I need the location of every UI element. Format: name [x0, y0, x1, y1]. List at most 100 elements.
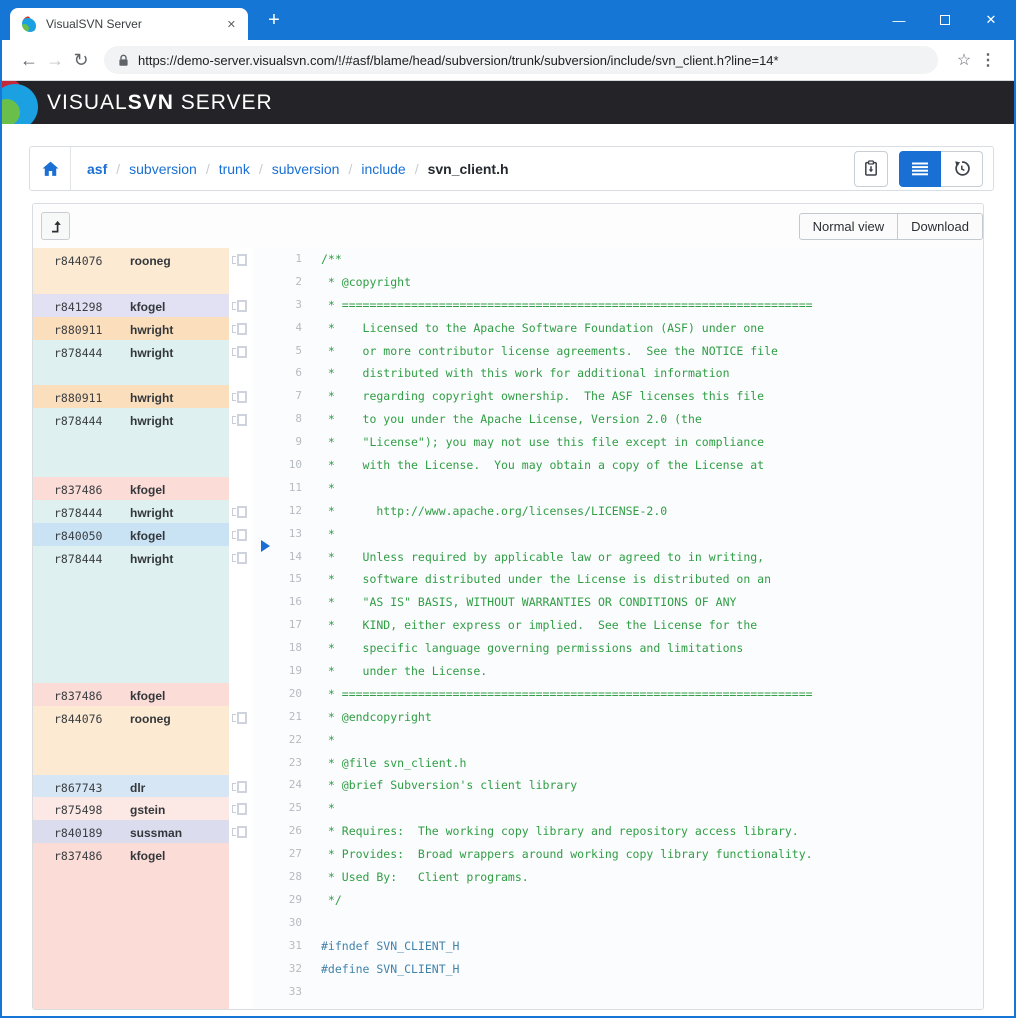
blame-revision: r844076: [54, 711, 103, 726]
line-number[interactable]: 27: [253, 843, 311, 866]
blame-block[interactable]: r841298 kfogel: [33, 293, 229, 317]
diff-compare-icon[interactable]: [232, 803, 247, 816]
blame-list-icon: [911, 162, 928, 175]
blame-block[interactable]: r878444 hwright: [33, 408, 229, 477]
back-icon[interactable]: ←: [16, 50, 42, 71]
line-number[interactable]: 22: [253, 729, 311, 752]
blame-block[interactable]: r880911 hwright: [33, 316, 229, 340]
normal-view-button[interactable]: Normal view: [798, 212, 899, 240]
line-number[interactable]: 17: [253, 614, 311, 637]
history-button[interactable]: [941, 150, 983, 187]
line-number[interactable]: 30: [253, 912, 311, 935]
diff-icon-cell: [229, 683, 253, 706]
diff-compare-icon[interactable]: [232, 711, 247, 724]
line-number[interactable]: 21: [253, 706, 311, 729]
home-button[interactable]: [30, 147, 71, 190]
line-number[interactable]: 5: [253, 340, 311, 363]
download-button[interactable]: Download: [898, 212, 983, 240]
breadcrumb-link-subversion[interactable]: subversion: [272, 161, 340, 177]
line-number[interactable]: 6: [253, 362, 311, 385]
diff-compare-icon[interactable]: [232, 254, 247, 266]
window-minimize-button[interactable]: —: [876, 0, 922, 40]
blame-block[interactable]: r844076 rooneg: [33, 248, 229, 294]
breadcrumb-link-subversion[interactable]: subversion: [129, 161, 197, 177]
line-number[interactable]: 11: [253, 477, 311, 500]
forward-icon[interactable]: →: [42, 50, 68, 71]
diff-compare-icon[interactable]: [232, 551, 247, 564]
blame-revision: r840050: [54, 528, 103, 543]
line-number[interactable]: 33: [253, 981, 311, 1004]
blame-block[interactable]: r844076 rooneg: [33, 705, 229, 775]
line-number[interactable]: 16: [253, 591, 311, 614]
line-number[interactable]: 20: [253, 683, 311, 706]
line-number[interactable]: 1: [253, 248, 311, 271]
tab-close-icon[interactable]: ✕: [223, 16, 240, 33]
diff-compare-icon[interactable]: [232, 826, 247, 839]
blame-author: hwright: [130, 551, 174, 566]
line-number[interactable]: 2: [253, 271, 311, 294]
blame-revision: r837486: [54, 689, 103, 704]
line-number[interactable]: 19: [253, 660, 311, 683]
diff-compare-icon[interactable]: [232, 780, 247, 793]
breadcrumb-link-include[interactable]: include: [361, 161, 405, 177]
go-to-parent-button[interactable]: [41, 212, 70, 240]
line-number[interactable]: 28: [253, 866, 311, 889]
bookmark-star-icon[interactable]: ☆: [952, 50, 976, 70]
browser-tab[interactable]: VisualSVN Server ✕: [10, 8, 248, 40]
breadcrumb: asf / subversion / trunk / subversion / include /…: [29, 146, 994, 191]
line-number[interactable]: 23: [253, 752, 311, 775]
diff-compare-icon[interactable]: [232, 345, 247, 358]
new-tab-button[interactable]: +: [260, 6, 288, 34]
line-number[interactable]: 8: [253, 408, 311, 431]
reload-icon[interactable]: ↻: [68, 50, 94, 71]
line-number[interactable]: 4: [253, 317, 311, 340]
blame-block[interactable]: r840189 sussman: [33, 820, 229, 844]
line-number[interactable]: 12: [253, 500, 311, 523]
line-number[interactable]: 24: [253, 774, 311, 797]
line-number[interactable]: 10: [253, 454, 311, 477]
line-number[interactable]: 29: [253, 889, 311, 912]
blame-revision: r878444: [54, 345, 103, 360]
breadcrumb-current-file: svn_client.h: [427, 160, 509, 177]
blame-block[interactable]: r878444 hwright: [33, 545, 229, 684]
diff-compare-icon[interactable]: [232, 299, 247, 312]
line-number[interactable]: 25: [253, 797, 311, 820]
line-number[interactable]: 32: [253, 958, 311, 981]
diff-compare-icon[interactable]: [232, 505, 247, 518]
line-number[interactable]: 31: [253, 935, 311, 958]
blame-revision: r837486: [54, 849, 103, 864]
code-line: * Licensed to the Apache Software Founda…: [321, 320, 765, 335]
blame-block[interactable]: r837486 kfogel: [33, 843, 229, 1009]
blame-block[interactable]: r880911 hwright: [33, 385, 229, 409]
line-number[interactable]: 9: [253, 431, 311, 454]
window-maximize-button[interactable]: [922, 0, 968, 40]
blame-block[interactable]: r878444 hwright: [33, 339, 229, 386]
line-number[interactable]: 26: [253, 820, 311, 843]
breadcrumb-link-trunk[interactable]: trunk: [219, 161, 250, 177]
line-number[interactable]: 3: [253, 294, 311, 317]
code-line: * or more contributor license agreements…: [321, 343, 778, 358]
diff-compare-icon[interactable]: [232, 414, 247, 427]
line-number[interactable]: 15: [253, 568, 311, 591]
blame-block[interactable]: r875498 gstein: [33, 797, 229, 821]
browser-menu-icon[interactable]: ⋮: [976, 50, 1000, 70]
diff-compare-icon[interactable]: [232, 528, 247, 541]
blame-block[interactable]: r837486 kfogel: [33, 683, 229, 706]
diff-compare-icon[interactable]: [232, 322, 247, 335]
diff-icon-cell: [229, 797, 253, 820]
checkout-button[interactable]: [854, 150, 888, 187]
blame-revision: r841298: [54, 299, 103, 314]
blame-block[interactable]: r878444 hwright: [33, 499, 229, 523]
diff-compare-icon[interactable]: [232, 391, 247, 404]
breadcrumb-link-asf[interactable]: asf: [87, 161, 107, 177]
blame-block[interactable]: r867743 dlr: [33, 774, 229, 798]
line-number[interactable]: 7: [253, 385, 311, 408]
blame-view-button[interactable]: [899, 150, 941, 187]
blame-block[interactable]: r840050 kfogel: [33, 522, 229, 546]
line-number[interactable]: 18: [253, 637, 311, 660]
blame-block[interactable]: r837486 kfogel: [33, 476, 229, 500]
code-line: *: [321, 801, 335, 816]
address-bar[interactable]: https://demo-server.visualsvn.com/!/#asf…: [104, 46, 938, 74]
window-close-button[interactable]: ✕: [968, 0, 1014, 40]
blame-author: hwright: [130, 505, 174, 520]
